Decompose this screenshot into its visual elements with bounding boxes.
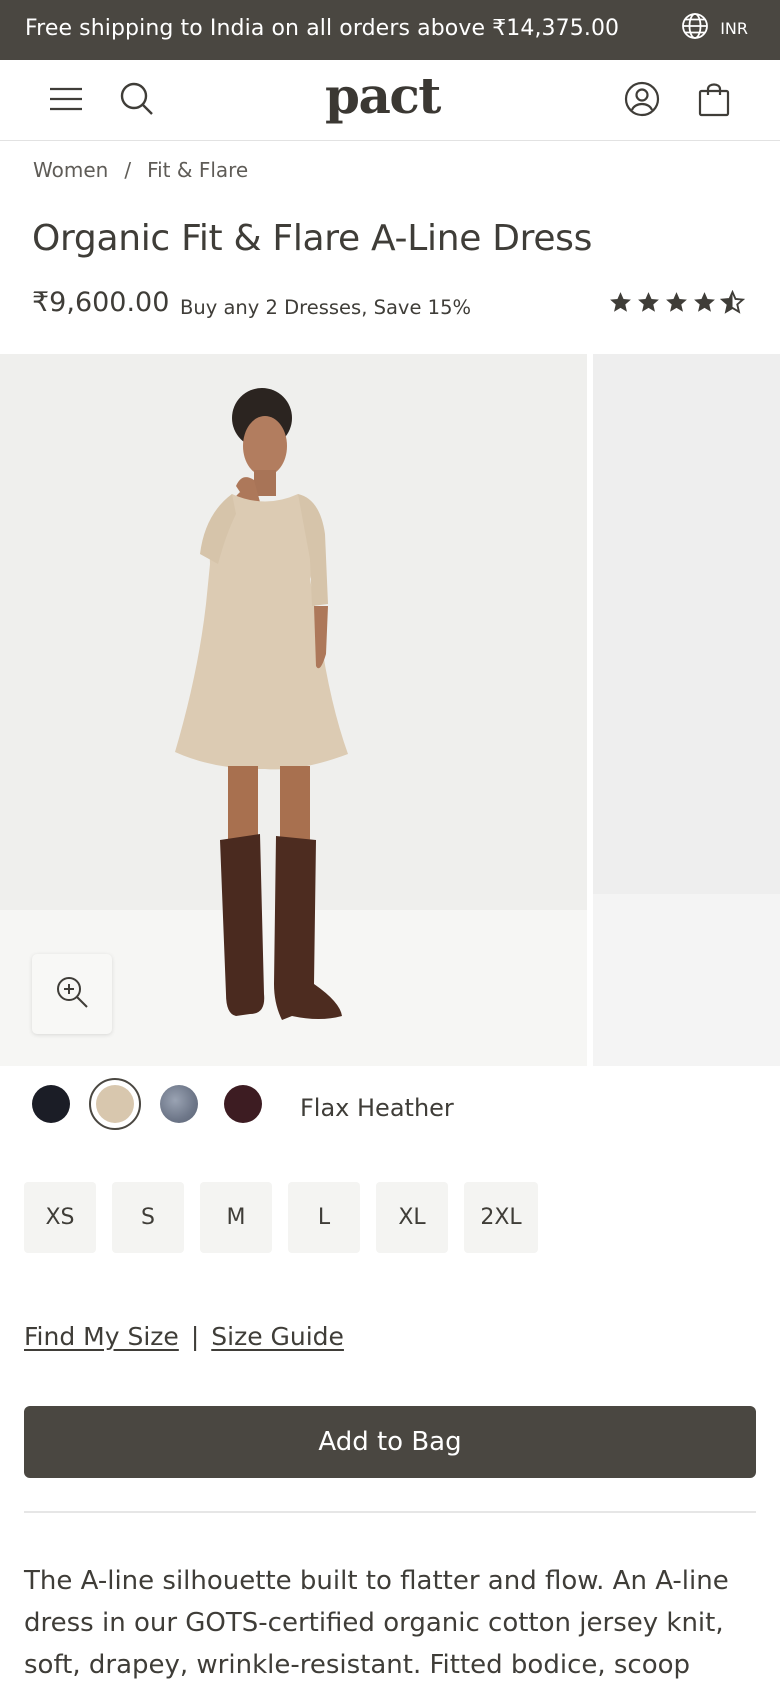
product-image-next[interactable] bbox=[593, 354, 780, 1066]
star-rating[interactable] bbox=[608, 290, 745, 315]
shopping-bag-icon bbox=[697, 81, 731, 121]
size-option-xl[interactable]: XL bbox=[376, 1182, 448, 1253]
color-swatch-burgundy[interactable] bbox=[224, 1085, 262, 1123]
currency-selector[interactable]: INR bbox=[680, 11, 748, 45]
breadcrumb-women[interactable]: Women bbox=[33, 158, 108, 182]
zoom-button[interactable] bbox=[32, 954, 112, 1034]
breadcrumb: Women / Fit & Flare bbox=[33, 158, 248, 182]
product-gallery[interactable] bbox=[0, 354, 780, 1066]
model-illustration bbox=[175, 388, 348, 1020]
star-icon bbox=[638, 292, 659, 312]
size-guide-link[interactable]: Size Guide bbox=[211, 1322, 344, 1351]
search-button[interactable] bbox=[116, 80, 158, 122]
size-option-2xl[interactable]: 2XL bbox=[464, 1182, 538, 1253]
link-separator: | bbox=[190, 1322, 200, 1351]
divider bbox=[24, 1511, 756, 1513]
product-image-main[interactable] bbox=[0, 354, 587, 1066]
breadcrumb-fit-flare[interactable]: Fit & Flare bbox=[147, 158, 248, 182]
pact-logo[interactable]: pact bbox=[325, 66, 441, 125]
color-swatch-navy[interactable] bbox=[32, 1085, 70, 1123]
product-price: ₹9,600.00 bbox=[32, 287, 170, 318]
color-swatch-flax-selected[interactable] bbox=[89, 1078, 141, 1130]
size-option-xs[interactable]: XS bbox=[24, 1182, 96, 1253]
breadcrumb-separator: / bbox=[124, 158, 132, 182]
star-icon bbox=[666, 292, 687, 312]
promo-bar: Free shipping to India on all orders abo… bbox=[0, 0, 780, 60]
site-header: pact bbox=[0, 60, 780, 141]
hamburger-icon bbox=[49, 86, 83, 116]
half-star-icon bbox=[720, 290, 745, 314]
selected-color-name: Flax Heather bbox=[300, 1094, 454, 1122]
promo-text: Free shipping to India on all orders abo… bbox=[25, 16, 620, 41]
size-selector: XS S M L XL 2XL bbox=[24, 1182, 538, 1253]
star-icon bbox=[694, 292, 715, 312]
promo-note: Buy any 2 Dresses, Save 15% bbox=[180, 296, 472, 319]
product-description: The A-line silhouette built to flatter a… bbox=[24, 1566, 729, 1680]
find-my-size-link[interactable]: Find My Size bbox=[24, 1322, 179, 1351]
account-button[interactable] bbox=[621, 80, 663, 122]
size-help-links: Find My Size | Size Guide bbox=[24, 1322, 344, 1351]
product-title: Organic Fit & Flare A-Line Dress bbox=[32, 218, 593, 259]
add-to-bag-button[interactable]: Add to Bag bbox=[24, 1406, 756, 1478]
globe-icon bbox=[680, 11, 710, 45]
size-option-l[interactable]: L bbox=[288, 1182, 360, 1253]
star-icon bbox=[610, 292, 631, 312]
user-icon bbox=[624, 81, 660, 121]
menu-button[interactable] bbox=[45, 80, 87, 122]
currency-code: INR bbox=[720, 18, 748, 38]
size-option-m[interactable]: M bbox=[200, 1182, 272, 1253]
color-swatch-blue-heather[interactable] bbox=[160, 1085, 198, 1123]
cart-button[interactable] bbox=[693, 80, 735, 122]
search-icon bbox=[119, 81, 155, 121]
zoom-in-icon bbox=[54, 974, 90, 1014]
color-swatches bbox=[32, 1078, 262, 1130]
size-option-s[interactable]: S bbox=[112, 1182, 184, 1253]
